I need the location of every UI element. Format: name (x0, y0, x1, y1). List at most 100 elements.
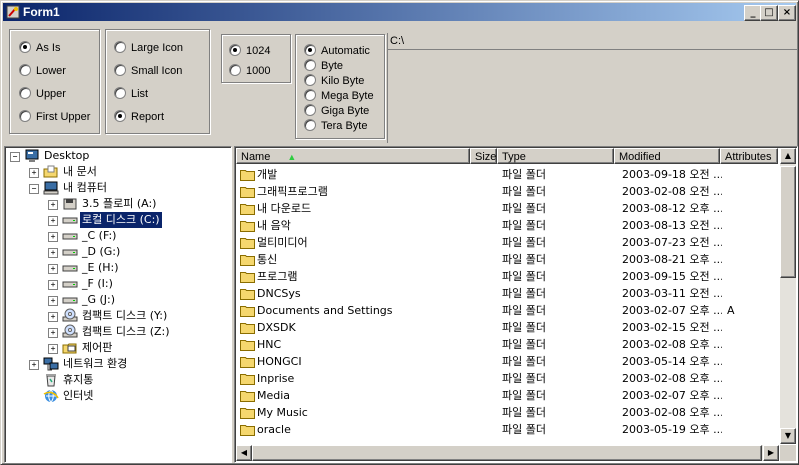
tree-item[interactable]: + _D (G:) (5, 244, 225, 260)
tree-item-label: _D (G:) (82, 245, 121, 258)
maximize-button[interactable]: □ (760, 5, 778, 21)
drive-icon (62, 292, 78, 308)
list-row[interactable]: 그래픽프로그램 파일 폴더 2003-02-08 오전 ... (237, 183, 777, 200)
expand-icon[interactable]: + (48, 328, 58, 338)
list-row[interactable]: Documents and Settings 파일 폴더 2003-02-07 오후… (237, 302, 777, 319)
view-radio-0[interactable]: Large Icon (114, 40, 183, 56)
tree-item[interactable]: 휴지통 (5, 372, 225, 388)
case-radio-0[interactable]: As Is (19, 40, 60, 56)
vertical-scrollbar[interactable]: ▲ ▼ (780, 148, 796, 444)
header-attributes[interactable]: Attributes (720, 148, 778, 164)
tree-item[interactable]: − Desktop (5, 148, 225, 164)
case-radio-3[interactable]: First Upper (19, 109, 90, 125)
horizontal-scroll-thumb[interactable] (252, 445, 762, 461)
scroll-up-arrow-icon[interactable]: ▲ (780, 148, 796, 164)
folder-tree[interactable]: − Desktop + 내 문서 − 내 컴퓨터 +3.5 플로피 (A:) + 로컬 디스크 … (4, 146, 232, 463)
cell-type: 파일 폴더 (502, 321, 546, 334)
tree-item[interactable]: + _G (J:) (5, 292, 225, 308)
scroll-left-arrow-icon[interactable]: ◀ (236, 445, 252, 461)
view-radio-1[interactable]: Small Icon (114, 63, 182, 79)
folder-icon (240, 372, 256, 385)
list-row[interactable]: oracle 파일 폴더 2003-05-19 오후 ... (237, 421, 777, 438)
expand-icon[interactable]: + (48, 216, 58, 226)
case-radio-label: As Is (36, 42, 61, 54)
size-radio-2[interactable]: Kilo Byte (304, 73, 364, 89)
size-radio-0[interactable]: Automatic (304, 43, 370, 59)
radio-circle-icon (19, 41, 31, 54)
expand-icon[interactable]: + (48, 280, 58, 290)
scroll-right-arrow-icon[interactable]: ▶ (763, 445, 779, 461)
tree-item[interactable]: + 네트워크 환경 (5, 356, 225, 372)
tree-item[interactable]: + _E (H:) (5, 260, 225, 276)
size-radio-5[interactable]: Tera Byte (304, 118, 367, 134)
expand-icon[interactable]: + (29, 168, 39, 178)
size-radio-4[interactable]: Giga Byte (304, 103, 369, 119)
list-row[interactable]: HNC 파일 폴더 2003-02-08 오후 ... (237, 336, 777, 353)
main-window: Form1 _ □ × As Is Lower Upper First Upper L… (0, 0, 799, 465)
size-radio-label: Automatic (321, 45, 370, 57)
view-radio-3[interactable]: Report (114, 109, 164, 125)
tree-item-label: 내 컴퓨터 (63, 181, 107, 194)
list-row[interactable]: My Music 파일 폴더 2003-02-08 오후 ... (237, 404, 777, 421)
cell-name: Documents and Settings (257, 304, 393, 317)
header-type[interactable]: Type (497, 148, 614, 164)
tree-item[interactable]: + 컴팩트 디스크 (Y:) (5, 308, 225, 324)
case-radio-1[interactable]: Lower (19, 63, 66, 79)
header-size[interactable]: Size (470, 148, 497, 164)
list-row[interactable]: 내 음악 파일 폴더 2003-08-13 오전 ... (237, 217, 777, 234)
cell-modified: 2003-02-08 오후 ... (622, 372, 722, 385)
scroll-down-arrow-icon[interactable]: ▼ (780, 428, 796, 444)
radio-circle-icon (304, 44, 316, 57)
tree-item[interactable]: + 컴팩트 디스크 (Z:) (5, 324, 225, 340)
tree-item[interactable]: + 내 문서 (5, 164, 225, 180)
list-row[interactable]: 프로그램 파일 폴더 2003-09-15 오전 ... (237, 268, 777, 285)
expand-icon[interactable]: + (48, 200, 58, 210)
list-row[interactable]: DXSDK 파일 폴더 2003-02-15 오전 ... (237, 319, 777, 336)
folder-icon (240, 423, 256, 436)
header-name[interactable]: Name ▲ (236, 148, 470, 164)
unit-radio-1[interactable]: 1000 (229, 63, 270, 79)
list-row[interactable]: 통신 파일 폴더 2003-08-21 오후 ... (237, 251, 777, 268)
close-button[interactable]: × (778, 5, 796, 21)
tree-item[interactable]: + _F (I:) (5, 276, 225, 292)
expand-icon[interactable]: + (48, 312, 58, 322)
tree-item[interactable]: +3.5 플로피 (A:) (5, 196, 225, 212)
radio-circle-icon (304, 59, 316, 72)
expand-icon[interactable]: + (48, 248, 58, 258)
list-row[interactable]: 멀티미디어 파일 폴더 2003-07-23 오전 ... (237, 234, 777, 251)
expand-icon[interactable]: + (48, 296, 58, 306)
cell-name: Media (257, 389, 291, 402)
folder-icon (240, 355, 256, 368)
list-row[interactable]: Inprise 파일 폴더 2003-02-08 오후 ... (237, 370, 777, 387)
expand-icon[interactable]: + (48, 264, 58, 274)
horizontal-scrollbar[interactable]: ◀ ▶ (236, 445, 779, 461)
cell-type: 파일 폴더 (502, 355, 546, 368)
file-list[interactable]: Name ▲ Size Type Modified Attributes 개발 파… (234, 146, 798, 463)
unit-radio-0[interactable]: 1024 (229, 43, 270, 59)
case-radio-2[interactable]: Upper (19, 86, 66, 102)
tree-item[interactable]: + _C (F:) (5, 228, 225, 244)
list-row[interactable]: 개발 파일 폴더 2003-09-18 오전 ... (237, 166, 777, 183)
size-radio-3[interactable]: Mega Byte (304, 88, 374, 104)
expand-icon[interactable]: + (48, 344, 58, 354)
title-bar[interactable]: Form1 _ □ × (3, 3, 796, 21)
list-row[interactable]: DNCSys 파일 폴더 2003-03-11 오전 ... (237, 285, 777, 302)
tree-item[interactable]: + 로컬 디스크 (C:) (5, 211, 225, 229)
scroll-thumb[interactable] (780, 166, 796, 278)
tree-item[interactable]: 인터넷 (5, 388, 225, 404)
list-row[interactable]: 내 다운로드 파일 폴더 2003-08-12 오후 ... (237, 200, 777, 217)
recycle-bin-icon (43, 372, 59, 388)
header-modified[interactable]: Modified (614, 148, 720, 164)
tree-item[interactable]: + 제어판 (5, 340, 225, 356)
expand-icon[interactable]: + (29, 360, 39, 370)
size-radio-1[interactable]: Byte (304, 58, 343, 74)
cell-modified: 2003-07-23 오전 ... (622, 236, 722, 249)
collapse-icon[interactable]: − (10, 152, 20, 162)
view-radio-2[interactable]: List (114, 86, 148, 102)
expand-icon[interactable]: + (48, 232, 58, 242)
list-row[interactable]: HONGCI 파일 폴더 2003-05-14 오후 ... (237, 353, 777, 370)
list-row[interactable]: Media 파일 폴더 2003-02-07 오후 ... (237, 387, 777, 404)
drive-icon (62, 276, 78, 292)
tree-item[interactable]: − 내 컴퓨터 (5, 180, 225, 196)
collapse-icon[interactable]: − (29, 184, 39, 194)
